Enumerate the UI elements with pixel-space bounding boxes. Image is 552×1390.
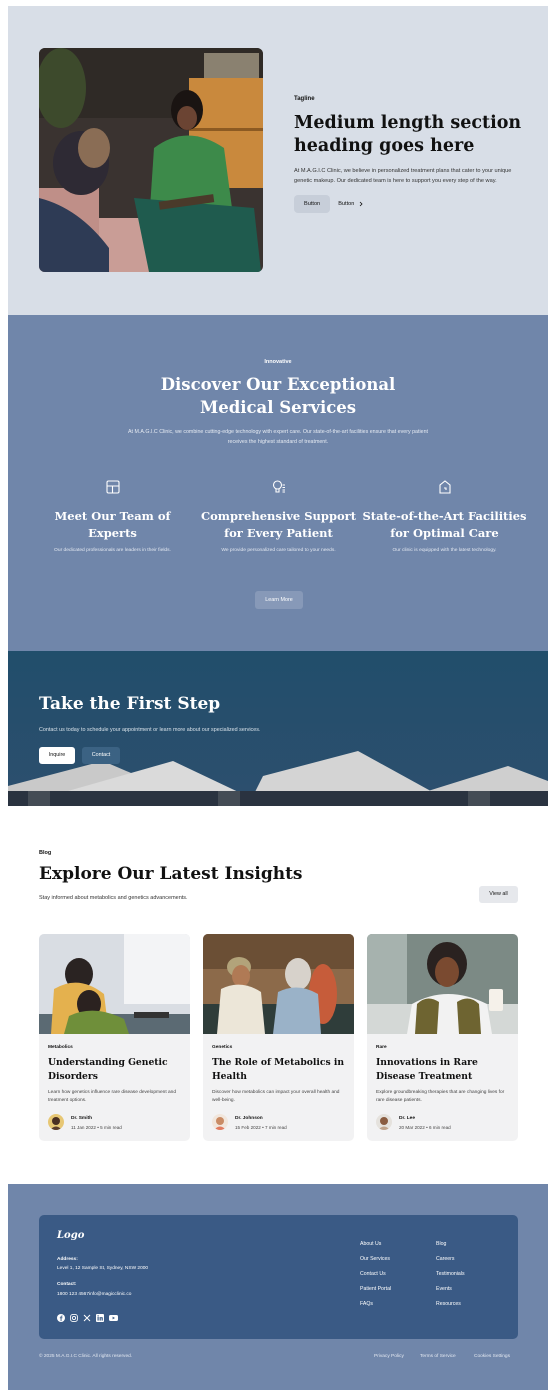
learn-more-button[interactable]: Learn More: [255, 591, 303, 609]
blog-card-image: [203, 934, 354, 1034]
blog-card-category: Rare: [376, 1045, 387, 1050]
inquire-button[interactable]: Inquire: [39, 747, 75, 764]
blog-card-author: Dr. Johnson: [235, 1116, 263, 1121]
footer-link[interactable]: Resources: [436, 1297, 465, 1312]
blog-card-date: 20 Mar 2022: [399, 1125, 425, 1130]
layout-icon: [105, 480, 120, 494]
feature-card: State-of-the-Art Facilities for Optimal …: [362, 479, 527, 555]
feature-title: State-of-the-Art Facilities for Optimal …: [362, 509, 527, 540]
view-all-button[interactable]: View all: [479, 886, 518, 903]
avatar: [212, 1114, 228, 1130]
footer-link[interactable]: Blog: [436, 1237, 465, 1252]
x-icon[interactable]: [83, 1314, 91, 1322]
blog-subtitle: Stay informed about metabolics and genet…: [39, 895, 188, 901]
blog-card-date: 15 Feb 2022: [235, 1125, 261, 1130]
footer-link[interactable]: Events: [436, 1282, 465, 1297]
footer-link[interactable]: Contact Us: [360, 1267, 391, 1282]
blog-card-meta: 11 Jan 2022 • 5 min read: [71, 1125, 122, 1130]
footer-box: Logo Address: Level 1, 12 Sample St, Syd…: [39, 1215, 518, 1339]
feature-card: Meet Our Team of Experts Our dedicated p…: [30, 479, 195, 555]
footer: Logo Address: Level 1, 12 Sample St, Syd…: [8, 1184, 548, 1390]
blog-card-read-time: 5 min read: [100, 1125, 122, 1130]
blog-card-title: Understanding Genetic Disorders: [48, 1057, 168, 1082]
terms-link[interactable]: Terms of Service: [420, 1354, 456, 1359]
blog-card-title: Innovations in Rare Disease Treatment: [376, 1057, 478, 1082]
address-label: Address:: [57, 1257, 78, 1262]
privacy-policy-link[interactable]: Privacy Policy: [374, 1354, 404, 1359]
youtube-icon[interactable]: [109, 1314, 118, 1322]
hero-section: Tagline Medium length section heading go…: [8, 6, 548, 315]
footer-link[interactable]: Our Services: [360, 1252, 391, 1267]
cta-section: Take the First Step Contact us today to …: [8, 651, 548, 806]
blog-card-date: 11 Jan 2022: [71, 1125, 96, 1130]
blog-card-author: Dr. Lee: [399, 1116, 415, 1121]
hero-secondary-button[interactable]: Button: [338, 201, 364, 207]
services-tagline: Innovative: [264, 359, 292, 365]
services-section: Innovative Discover Our Exceptional Medi…: [8, 315, 548, 651]
address-text: Level 1, 12 Sample St, Sydney, NSW 2000: [57, 1266, 149, 1271]
blog-card[interactable]: Genetics The Role of Metabolics in Healt…: [203, 934, 354, 1141]
feature-text: Our dedicated professionals are leaders …: [54, 548, 171, 553]
blog-tagline: Blog: [39, 850, 52, 856]
feature-title: Comprehensive Support for Every Patient: [200, 509, 357, 540]
contact-button[interactable]: Contact: [82, 747, 120, 764]
footer-link[interactable]: About Us: [360, 1237, 391, 1252]
hero-body: At M.A.G.I.C Clinic, we believe in perso…: [294, 168, 512, 184]
hero-secondary-label: Button: [338, 201, 355, 207]
cta-body: Contact us today to schedule your appoin…: [39, 727, 261, 733]
services-heading: Discover Our Exceptional Medical Service…: [160, 375, 396, 417]
contact-label: Contact:: [57, 1282, 77, 1287]
blog-card-image: [39, 934, 190, 1034]
feature-text: Our clinic is equipped with the latest t…: [392, 548, 497, 553]
blog-card-excerpt: Discover how metabolics can impact your …: [212, 1090, 340, 1103]
blog-card-excerpt: Learn how genetics influence rare diseas…: [48, 1090, 177, 1103]
building-icon: [438, 480, 451, 494]
blog-card-image: [367, 934, 518, 1034]
blog-card[interactable]: Metabolics Understanding Genetic Disorde…: [39, 934, 190, 1141]
footer-link[interactable]: Careers: [436, 1252, 465, 1267]
cta-heading: Take the First Step: [39, 694, 221, 714]
blog-card[interactable]: Rare Innovations in Rare Disease Treatme…: [367, 934, 518, 1141]
blog-section: Blog Explore Our Latest Insights Stay in…: [8, 806, 548, 1184]
footer-link[interactable]: Testimonials: [436, 1267, 465, 1282]
instagram-icon[interactable]: [70, 1314, 78, 1322]
blog-card-meta: 15 Feb 2022 • 7 min read: [235, 1125, 287, 1130]
blog-card-read-time: 6 min read: [428, 1125, 451, 1130]
feature-title: Meet Our Team of Experts: [54, 509, 171, 540]
blog-heading: Explore Our Latest Insights: [39, 864, 303, 884]
blog-card-title: The Role of Metabolics in Health: [212, 1057, 345, 1082]
blog-card-category: Metabolics: [48, 1045, 73, 1050]
social-links: [57, 1314, 118, 1322]
facebook-icon[interactable]: [57, 1314, 65, 1322]
cookies-settings-link[interactable]: Cookies Settings: [474, 1354, 510, 1359]
footer-links-col-1: About Us Our Services Contact Us Patient…: [360, 1237, 391, 1312]
contact-text[interactable]: 1800 123 4567info@magicclinic.co: [57, 1292, 131, 1297]
copyright: © 2025 M.A.G.I.C Clinic. All rights rese…: [39, 1354, 133, 1359]
hero-image: [39, 48, 263, 272]
footer-links-col-2: Blog Careers Testimonials Events Resourc…: [436, 1237, 465, 1312]
linkedin-icon[interactable]: [96, 1314, 104, 1322]
avatar: [48, 1114, 64, 1130]
blog-card-author: Dr. Smith: [71, 1116, 93, 1121]
feature-text: We provide personalized care tailored to…: [221, 548, 336, 553]
avatar: [376, 1114, 392, 1130]
footer-logo[interactable]: Logo: [57, 1230, 84, 1241]
blog-card-read-time: 7 min read: [264, 1125, 287, 1130]
footer-link[interactable]: Patient Portal: [360, 1282, 391, 1297]
hero-heading: Medium length section heading goes here: [294, 113, 522, 156]
footer-link[interactable]: FAQs: [360, 1297, 391, 1312]
blog-card-category: Genetics: [212, 1045, 233, 1050]
blog-card-excerpt: Explore groundbreaking therapies that ar…: [376, 1090, 505, 1103]
chevron-right-icon: [360, 201, 363, 207]
hero-tagline: Tagline: [294, 96, 315, 102]
hero-primary-button[interactable]: Button: [294, 195, 331, 213]
blog-card-meta: 20 Mar 2022 • 6 min read: [399, 1125, 451, 1130]
lightbulb-icon: [272, 480, 285, 493]
feature-card: Comprehensive Support for Every Patient …: [196, 479, 361, 555]
services-body: At M.A.G.I.C Clinic, we combine cutting-…: [128, 429, 428, 445]
